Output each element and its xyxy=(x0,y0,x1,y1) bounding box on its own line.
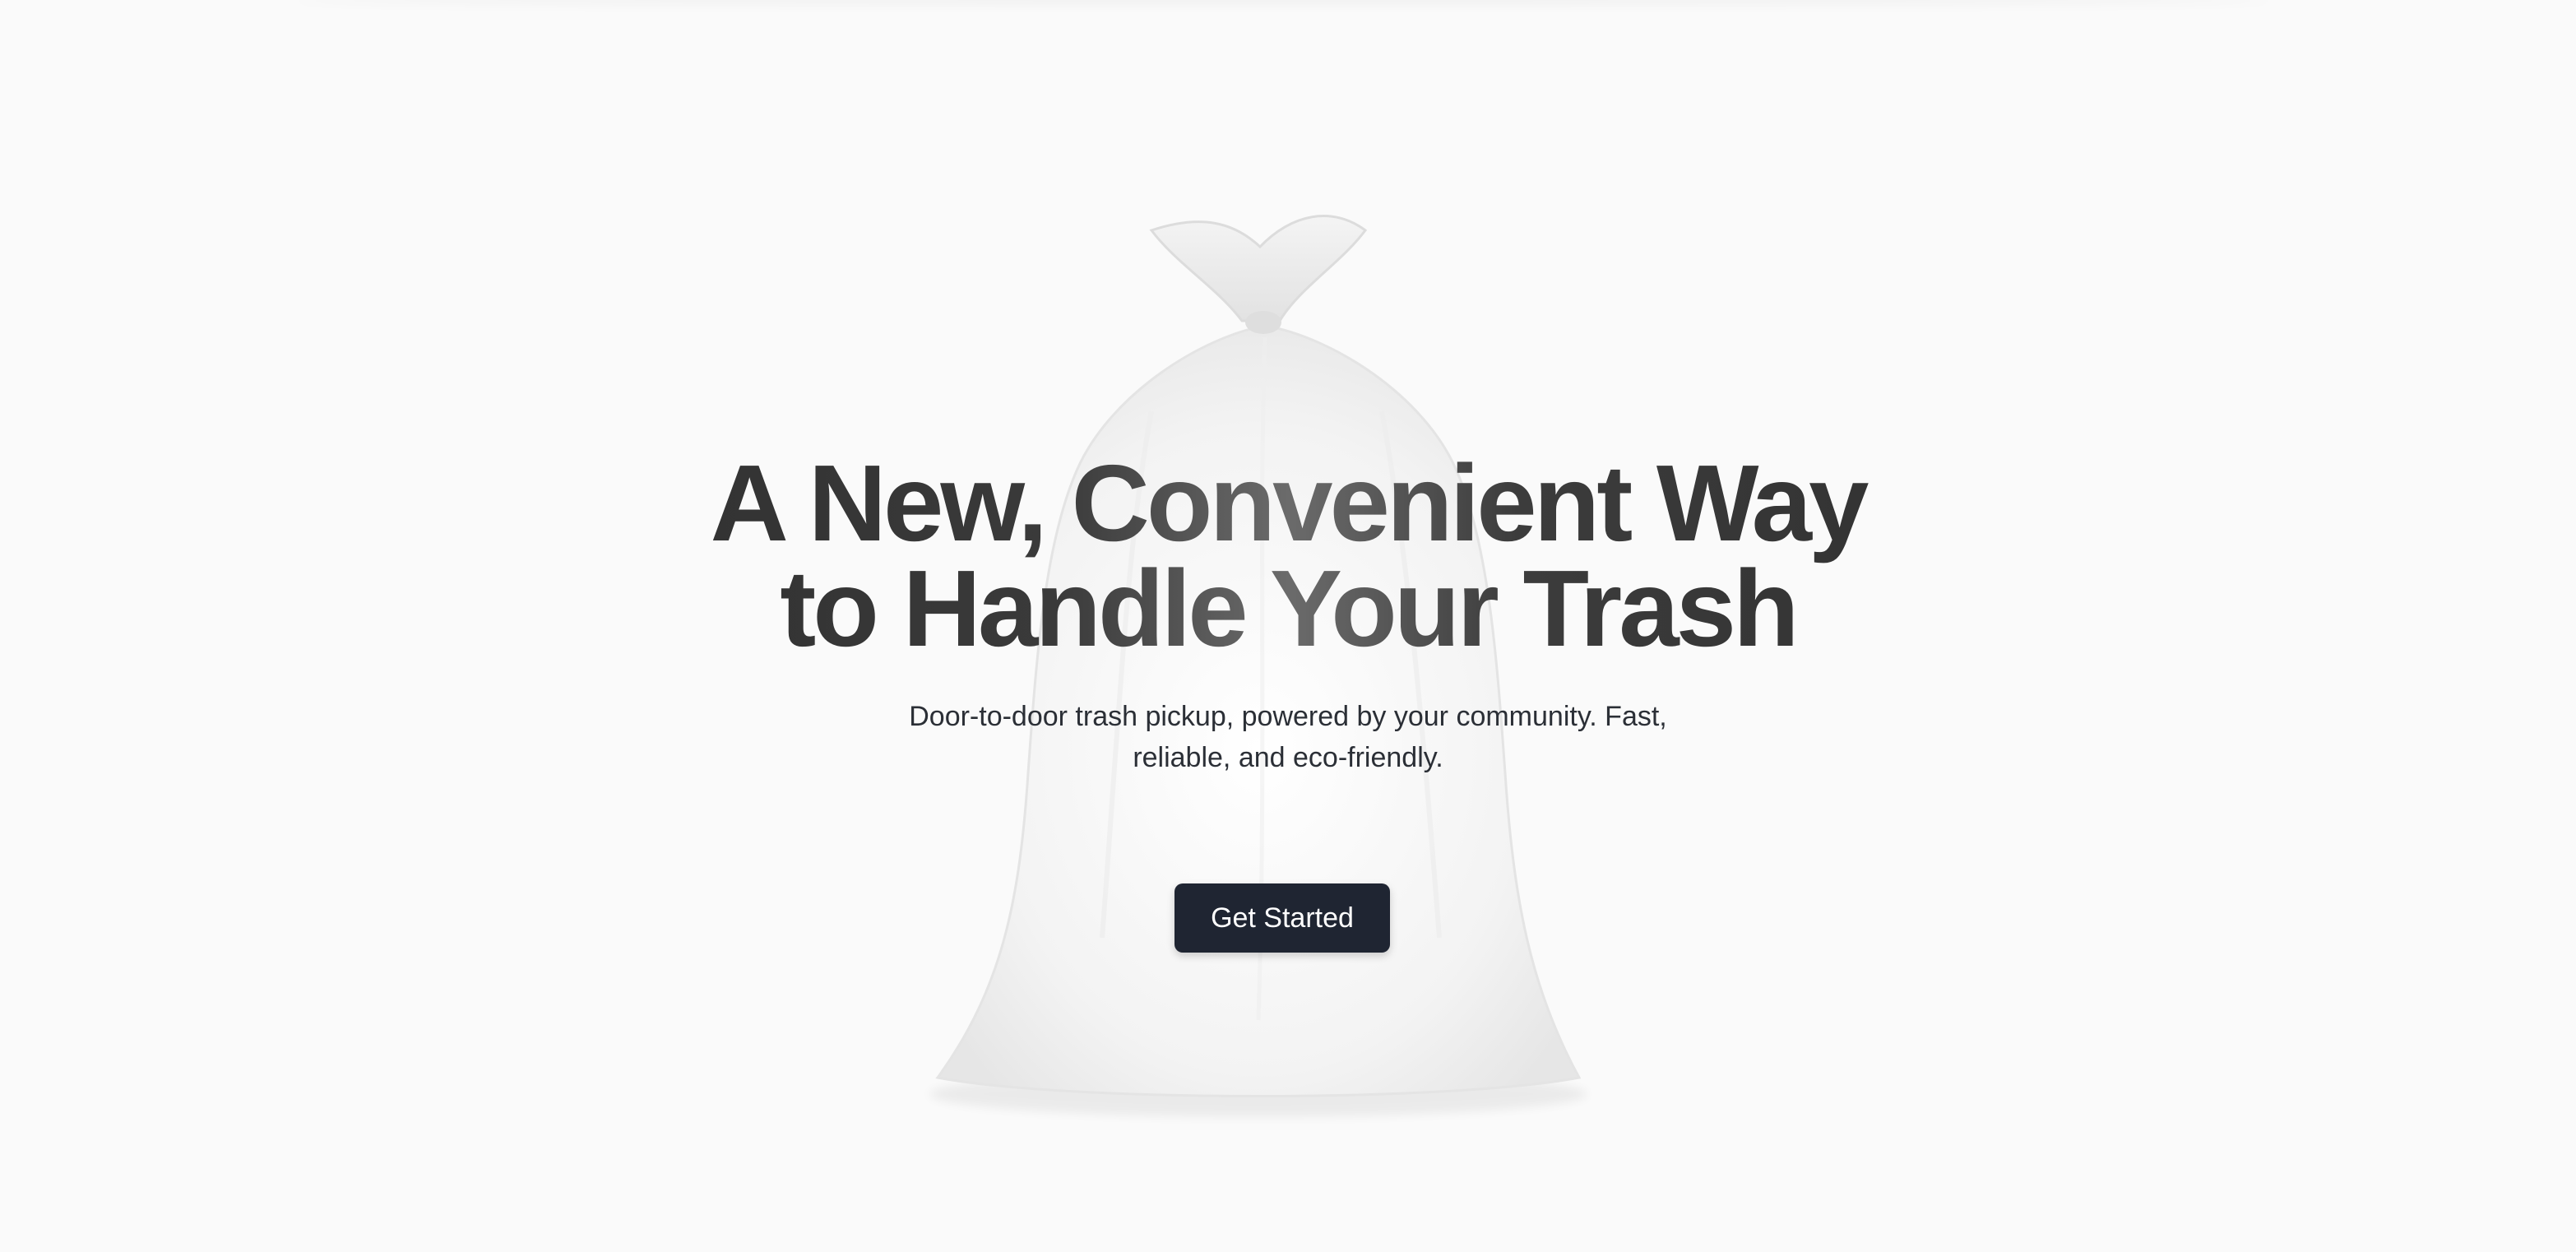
subtitle-line-2: reliable, and eco-friendly. xyxy=(1133,742,1443,773)
hero-section: A New, Convenient Way to Handle Your Tra… xyxy=(0,0,2576,1252)
headline-line-2: to Handle Your Trash xyxy=(780,548,1796,669)
hero-subtitle: Door-to-door trash pickup, powered by yo… xyxy=(795,696,1781,778)
landing-page: A New, Convenient Way to Handle Your Tra… xyxy=(0,0,2576,1252)
get-started-button[interactable]: Get Started xyxy=(1174,883,1390,953)
subtitle-line-1: Door-to-door trash pickup, powered by yo… xyxy=(909,701,1667,732)
headline-line-1: A New, Convenient Way xyxy=(710,443,1866,563)
hero-headline: A New, Convenient Way to Handle Your Tra… xyxy=(466,451,2110,661)
